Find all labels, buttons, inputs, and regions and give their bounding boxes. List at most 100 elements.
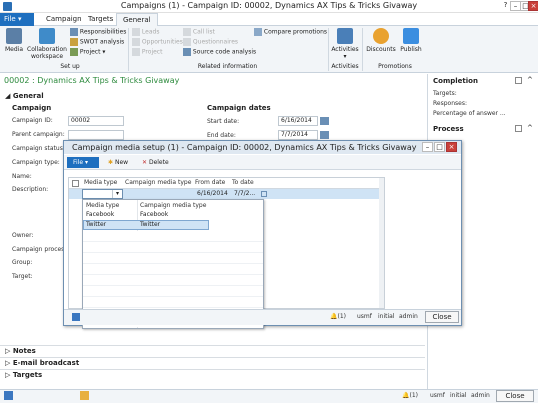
campaign-process-label: Campaign proces: [12, 246, 65, 253]
lookup-col-campaign-media-type[interactable]: Campaign media type: [140, 202, 206, 209]
general-section-header[interactable]: ◢ General: [5, 92, 44, 100]
dialog-layer-indicator: initial: [378, 313, 395, 320]
compare-promotions-button[interactable]: Compare promotions: [254, 28, 327, 37]
section-divider: [0, 345, 425, 346]
window-title: Campaigns (1) - Campaign ID: 00002, Dyna…: [120, 1, 418, 10]
publish-arrow-icon: [403, 28, 419, 44]
dialog-file-menu[interactable]: File ▾: [67, 157, 99, 168]
start-date-field[interactable]: 6/16/2014: [278, 116, 318, 126]
record-header: 00002 : Dynamics AX Tips & Tricks Givawa…: [4, 76, 180, 85]
dialog-first-icon[interactable]: [72, 313, 80, 321]
end-date-label: End date:: [207, 132, 236, 139]
source-code-analysis-button[interactable]: Source code analysis: [183, 48, 256, 57]
factbox-collapse-icon[interactable]: ^: [527, 124, 533, 132]
parent-campaign-field[interactable]: [68, 130, 124, 140]
dialog-notification-count[interactable]: 🔔(1): [330, 313, 346, 320]
col-campaign-media-type[interactable]: Campaign media type: [125, 179, 191, 186]
end-date-field[interactable]: 7/7/2014: [278, 130, 318, 140]
process-factbox-header[interactable]: Process: [433, 125, 464, 133]
tab-general[interactable]: General: [116, 13, 158, 26]
company-indicator[interactable]: usmf: [430, 392, 445, 399]
swot-analysis-button[interactable]: SWOT analysis: [70, 38, 124, 47]
targets-factbox-label: Targets:: [433, 90, 457, 97]
project-dropdown[interactable]: Project ▾: [70, 48, 105, 57]
publish-button[interactable]: Publish: [398, 28, 424, 53]
notes-section-header[interactable]: ▷ Notes: [5, 347, 36, 355]
project-related-icon: [132, 48, 140, 56]
collaboration-icon: [39, 28, 55, 44]
factbox-options-icon[interactable]: [515, 77, 522, 84]
calendar-icon[interactable]: [320, 131, 329, 139]
user-indicator: admin: [471, 392, 490, 399]
related-info-group-label: Related information: [197, 63, 258, 70]
col-media-type[interactable]: Media type: [84, 179, 117, 186]
targets-section-header[interactable]: ▷ Targets: [5, 371, 42, 379]
target-label: Target:: [12, 273, 33, 280]
col-to-date[interactable]: To date: [232, 179, 254, 186]
from-date-cell[interactable]: 6/16/2014: [197, 189, 228, 199]
dialog-minimize-button[interactable]: –: [422, 142, 433, 152]
percentage-factbox-label: Percentage of answer ...: [433, 110, 506, 117]
dropdown-arrow-icon[interactable]: ▾: [112, 190, 122, 198]
media-icon: [6, 28, 22, 44]
source-code-icon: [183, 48, 191, 56]
parent-campaign-label: Parent campaign:: [12, 131, 65, 138]
dialog-maximize-button[interactable]: □: [434, 142, 445, 152]
close-button[interactable]: Close: [496, 390, 534, 402]
tab-campaign[interactable]: Campaign: [40, 13, 88, 26]
questionnaires-icon: [183, 38, 191, 46]
collaboration-workspace-button[interactable]: Collaboration workspace: [26, 28, 68, 60]
opportunities-icon: [132, 38, 140, 46]
promotions-group-label: Promotions: [378, 63, 412, 70]
notification-count[interactable]: 🔔(1): [402, 392, 418, 399]
section-divider: [0, 357, 425, 358]
lookup-campaign-media-type-cell[interactable]: Twitter: [140, 220, 160, 230]
campaign-status-label: Campaign status:: [12, 145, 65, 152]
close-window-button[interactable]: ×: [528, 1, 538, 11]
leads-button[interactable]: Leads: [132, 28, 159, 37]
status-nav-icon[interactable]: [80, 391, 89, 400]
status-first-icon[interactable]: [4, 391, 13, 400]
project-icon: [70, 48, 78, 56]
to-date-cell[interactable]: 7/7/2...: [234, 189, 255, 199]
new-button[interactable]: ✱ New: [108, 159, 128, 167]
campaign-media-dialog: Campaign media setup (1) - Campaign ID: …: [63, 140, 462, 329]
dialog-company-indicator[interactable]: usmf: [357, 313, 372, 320]
expand-icon: ▷: [5, 371, 11, 379]
completion-factbox-header[interactable]: Completion: [433, 77, 478, 85]
factbox-options-icon[interactable]: [515, 125, 522, 132]
campaign-group-header: Campaign: [12, 104, 52, 112]
grid-scrollbar[interactable]: [379, 178, 384, 308]
discounts-icon: [373, 28, 389, 44]
tab-file[interactable]: File ▾: [0, 13, 34, 26]
lookup-media-type-cell[interactable]: Twitter: [86, 220, 106, 230]
dialog-close-action-button[interactable]: Close: [425, 311, 459, 323]
lookup-campaign-media-type-cell[interactable]: Facebook: [140, 210, 168, 220]
dialog-close-button[interactable]: ×: [446, 142, 457, 152]
call-list-button[interactable]: Call list: [183, 28, 215, 37]
responsibilities-button[interactable]: Responsibilities: [70, 28, 126, 37]
collapse-icon: ◢: [5, 92, 11, 100]
leads-icon: [132, 28, 140, 36]
start-date-label: Start date:: [207, 118, 240, 125]
group-separator: [362, 28, 363, 71]
project-related-button[interactable]: Project: [132, 48, 162, 57]
calendar-icon[interactable]: [261, 191, 267, 197]
calendar-icon[interactable]: [320, 117, 329, 125]
campaign-id-field[interactable]: 00002: [68, 116, 124, 126]
email-broadcast-section-header[interactable]: ▷ E-mail broadcast: [5, 359, 79, 367]
discounts-button[interactable]: Discounts: [366, 28, 396, 53]
delete-button[interactable]: ✕ Delete: [142, 159, 169, 167]
factbox-collapse-icon[interactable]: ^: [527, 76, 533, 84]
col-from-date[interactable]: From date: [195, 179, 225, 186]
section-divider: [0, 369, 425, 370]
lookup-media-type-cell[interactable]: Facebook: [86, 210, 114, 220]
media-button[interactable]: Media: [3, 28, 25, 53]
activities-button[interactable]: Activities ▾: [331, 28, 359, 60]
select-all-checkbox[interactable]: [72, 180, 79, 187]
opportunities-button[interactable]: Opportunities: [132, 38, 183, 47]
questionnaires-button[interactable]: Questionnaires: [183, 38, 238, 47]
lookup-col-media-type[interactable]: Media type: [86, 202, 119, 209]
tab-targets[interactable]: Targets: [82, 13, 119, 26]
campaign-id-label: Campaign ID:: [12, 117, 53, 124]
